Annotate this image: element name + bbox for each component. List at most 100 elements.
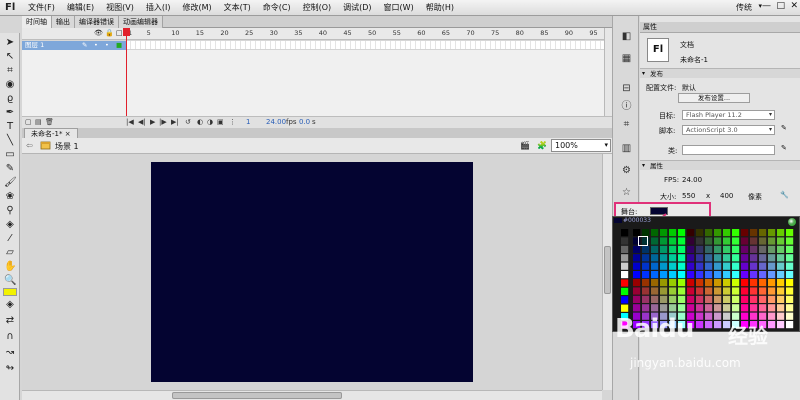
color-swatch[interactable] [768, 237, 776, 245]
color-swatch[interactable] [705, 262, 713, 270]
color-swatch[interactable] [678, 262, 686, 270]
color-swatch[interactable] [669, 304, 677, 312]
edit-scene-icon[interactable]: 🎬 [520, 141, 530, 150]
color-swatch[interactable] [651, 271, 659, 279]
color-swatch[interactable] [768, 245, 776, 253]
color-swatch[interactable] [696, 271, 704, 279]
timeline-scrollbar[interactable] [604, 28, 612, 116]
color-swatch[interactable] [705, 295, 713, 303]
color-swatch[interactable] [741, 295, 749, 303]
color-swatch[interactable] [741, 321, 749, 329]
color-swatch[interactable] [750, 287, 758, 295]
color-swatch[interactable] [750, 279, 758, 287]
class-input[interactable] [682, 145, 775, 155]
color-swatch[interactable] [750, 245, 758, 253]
color-swatch[interactable] [696, 304, 704, 312]
onion-skin-icon[interactable]: ◐ [197, 118, 203, 126]
color-swatch[interactable] [642, 295, 650, 303]
color-panel-icon[interactable]: ◧ [620, 30, 633, 43]
color-swatch[interactable] [633, 312, 641, 320]
color-swatch[interactable] [642, 312, 650, 320]
color-swatch[interactable] [777, 279, 785, 287]
last-frame-icon[interactable]: ▶| [171, 118, 179, 126]
color-swatch[interactable] [633, 271, 641, 279]
bone-tool-icon[interactable]: ⚲ [4, 205, 16, 217]
eye-icon[interactable]: 👁 [94, 29, 103, 37]
color-swatch[interactable] [777, 262, 785, 270]
color-swatch[interactable] [777, 304, 785, 312]
zoom-select[interactable]: 100% ▾ [551, 139, 611, 152]
color-swatch[interactable] [633, 287, 641, 295]
color-swatch[interactable] [621, 254, 629, 262]
color-swatch[interactable] [786, 229, 794, 237]
color-swatch[interactable] [750, 262, 758, 270]
wrench-icon[interactable]: 🔧 [780, 191, 789, 199]
color-swatch[interactable] [651, 304, 659, 312]
color-swatch[interactable] [732, 321, 740, 329]
smooth-icon[interactable]: ↝ [4, 347, 16, 359]
scrollbar-thumb[interactable] [604, 246, 611, 294]
color-swatch[interactable] [741, 279, 749, 287]
color-swatch[interactable] [633, 279, 641, 287]
color-swatch[interactable] [651, 237, 659, 245]
publish-section[interactable]: ▾ 发布 [640, 68, 800, 78]
color-swatch[interactable] [705, 245, 713, 253]
menu-debug[interactable]: 调试(D) [337, 2, 377, 13]
color-swatch[interactable] [723, 229, 731, 237]
color-swatch[interactable] [660, 295, 668, 303]
color-swatch[interactable] [642, 245, 650, 253]
zoom-tool-icon[interactable]: 🔍 [4, 275, 16, 287]
color-swatch[interactable] [768, 254, 776, 262]
color-swatch[interactable] [732, 271, 740, 279]
color-swatch[interactable] [651, 262, 659, 270]
color-swatch[interactable] [687, 229, 695, 237]
new-layer-icon[interactable]: ▢ [25, 118, 32, 126]
color-swatch[interactable] [714, 271, 722, 279]
color-swatch[interactable] [759, 271, 767, 279]
color-swatch[interactable] [741, 254, 749, 262]
color-swatch[interactable] [621, 279, 629, 287]
edit-class-icon[interactable]: ✎ [781, 144, 787, 152]
color-swatch[interactable] [750, 321, 758, 329]
color-swatch[interactable] [732, 304, 740, 312]
color-swatch[interactable] [621, 321, 629, 329]
transform-icon[interactable]: ⌗ [620, 118, 633, 131]
onion-markers-icon[interactable]: ⋮ [229, 118, 236, 126]
color-swatch[interactable] [786, 271, 794, 279]
color-swatch[interactable] [651, 245, 659, 253]
color-swatch[interactable] [759, 229, 767, 237]
color-swatch[interactable] [723, 304, 731, 312]
color-swatch[interactable] [660, 245, 668, 253]
color-swatch[interactable] [669, 279, 677, 287]
color-swatch[interactable] [732, 312, 740, 320]
color-swatch[interactable] [714, 295, 722, 303]
eyedropper-icon[interactable]: ⁄ [4, 233, 16, 245]
color-swatch[interactable] [660, 279, 668, 287]
color-swatch[interactable] [786, 304, 794, 312]
tab-timeline[interactable]: 时间轴 [22, 16, 52, 28]
color-swatch[interactable] [687, 237, 695, 245]
next-frame-icon[interactable]: |▶ [159, 118, 167, 126]
color-swatch[interactable] [621, 287, 629, 295]
visible-dot-icon[interactable]: • [94, 41, 98, 50]
line-tool-icon[interactable]: ╲ [4, 135, 16, 147]
frame-row[interactable] [126, 41, 604, 50]
color-swatch[interactable] [786, 237, 794, 245]
color-swatch[interactable] [768, 279, 776, 287]
color-swatch[interactable] [687, 312, 695, 320]
color-swatch[interactable] [705, 229, 713, 237]
color-swatch[interactable] [642, 271, 650, 279]
color-swatch[interactable] [750, 304, 758, 312]
color-swatch[interactable] [687, 304, 695, 312]
color-swatch[interactable] [669, 321, 677, 329]
color-swatch[interactable] [714, 287, 722, 295]
color-swatch[interactable] [741, 312, 749, 320]
fps-property-value[interactable]: 24.00 [682, 176, 702, 184]
swatches-icon[interactable]: ▦ [620, 52, 633, 65]
color-swatch[interactable] [714, 229, 722, 237]
lock-icon[interactable]: 🔒 [105, 29, 114, 37]
color-swatch[interactable] [642, 254, 650, 262]
tab-output[interactable]: 输出 [52, 16, 75, 28]
color-swatch[interactable] [678, 245, 686, 253]
color-swatch[interactable] [678, 321, 686, 329]
